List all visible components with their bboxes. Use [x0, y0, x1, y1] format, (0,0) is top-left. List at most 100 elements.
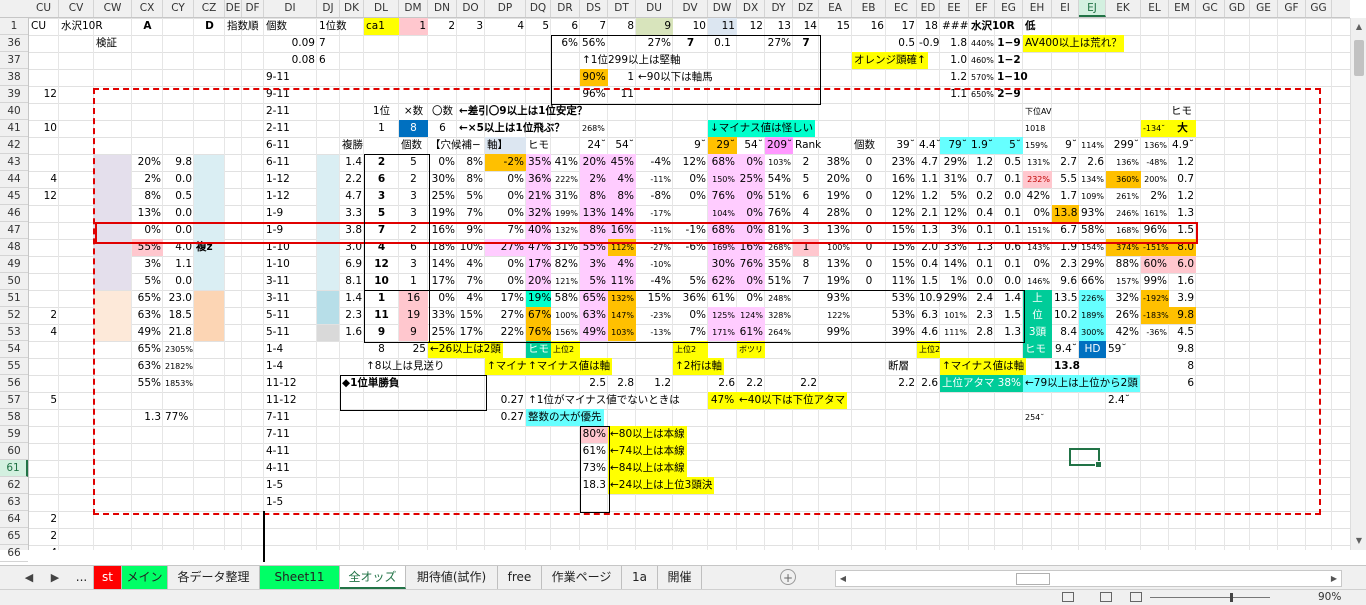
cell-cx-46[interactable]: 13% [132, 205, 163, 222]
cell-ek-49[interactable]: 88% [1106, 256, 1141, 273]
cell-ek-42[interactable]: 299˘ [1106, 137, 1141, 154]
cell-dn-54[interactable]: ←26以上は2頭 [428, 341, 503, 358]
cell-dz-44[interactable]: 5 [793, 171, 819, 188]
cell-cx-47[interactable]: 0% [132, 222, 163, 239]
cell-ee-36[interactable]: 1.8 [940, 35, 969, 52]
column-header-ej[interactable]: EJ [1079, 0, 1106, 17]
cell-dm-42[interactable]: 個数 [399, 137, 428, 154]
cell-eh-44[interactable]: 232% [1023, 171, 1052, 188]
cell-ea-53[interactable]: 99% [819, 324, 852, 341]
cell-dx-42[interactable]: 54˘ [737, 137, 765, 154]
cell-ej-52[interactable]: 189% [1079, 307, 1106, 324]
sheet-tab-4[interactable]: Sheet11 [260, 566, 340, 589]
cell-ee-53[interactable]: 111% [940, 324, 969, 341]
cell-ek-54[interactable]: 59˘ [1106, 341, 1141, 358]
cell-cx-48[interactable]: 55% [132, 239, 163, 256]
cell-cx-50[interactable]: 5% [132, 273, 163, 290]
cell-ei-49[interactable]: 2.3 [1052, 256, 1079, 273]
cell-dz-50[interactable]: 7 [793, 273, 819, 290]
cell-dr-50[interactable]: 121% [551, 273, 580, 290]
cell-eh-53[interactable]: 3頭 [1023, 324, 1052, 341]
cell-du-43[interactable]: -4% [636, 154, 673, 171]
cell-cu-1[interactable]: CU [29, 18, 59, 35]
cell-dr-49[interactable]: 82% [551, 256, 580, 273]
cell-di-48[interactable]: 1-10 [264, 239, 317, 256]
cell-eh-42[interactable]: 159% [1023, 137, 1052, 154]
cell-di-58[interactable]: 7-11 [264, 409, 317, 426]
cell-eh-56[interactable]: ←79以上は上位から2頭 [1023, 375, 1140, 392]
cell-dl-43[interactable]: 2 [364, 154, 399, 171]
cell-ei-53[interactable]: 8.4 [1052, 324, 1079, 341]
cell-dq-53[interactable]: 76% [526, 324, 551, 341]
cell-ds-43[interactable]: 20% [580, 154, 608, 171]
column-header-di[interactable]: DI [264, 0, 317, 17]
cell-ei-55[interactable]: 13.8 [1052, 358, 1080, 375]
cell-dk-44[interactable]: 2.2 [340, 171, 364, 188]
cell-ef-49[interactable]: 0.1 [969, 256, 995, 273]
cell-dw-41[interactable]: ↓マイナス値は怪しい [708, 120, 816, 137]
row-header-39[interactable]: 39 [0, 86, 28, 103]
cell-dy-42[interactable]: 209˘ [765, 137, 793, 154]
cell-eh-58[interactable]: 254˘ [1023, 409, 1052, 426]
cell-ds-60[interactable]: 61% [580, 443, 608, 460]
cell-dy-46[interactable]: 76% [765, 205, 793, 222]
cell-ei-43[interactable]: 2.7 [1052, 154, 1079, 171]
cell-dp-57[interactable]: 0.27 [485, 392, 526, 409]
cell-di-50[interactable]: 3-11 [264, 273, 317, 290]
cell-dk-45[interactable]: 4.7 [340, 188, 364, 205]
cell-ec-46[interactable]: 12% [886, 205, 917, 222]
cell-dq-48[interactable]: 47% [526, 239, 551, 256]
cell-du-46[interactable]: -17% [636, 205, 673, 222]
cell-dx-1[interactable]: 12 [737, 18, 765, 35]
cell-eh-40[interactable]: 下位AV [1023, 103, 1052, 120]
cell-cy-43[interactable]: 9.8 [163, 154, 194, 171]
cell-du-44[interactable]: -11% [636, 171, 673, 188]
column-header-cv[interactable]: CV [59, 0, 94, 17]
cell-cy-54[interactable]: 2305% [163, 341, 194, 358]
cell-em-42[interactable]: 4.9˘ [1169, 137, 1196, 154]
cell-dy-43[interactable]: 103% [765, 154, 793, 171]
row-header-45[interactable]: 45 [0, 188, 28, 205]
cell-dt-1[interactable]: 8 [608, 18, 636, 35]
column-header-gd[interactable]: GD [1225, 0, 1250, 17]
cell-ee-47[interactable]: 3% [940, 222, 969, 239]
cell-dp-53[interactable]: 22% [485, 324, 526, 341]
cell-di-54[interactable]: 1-4 [264, 341, 317, 358]
cell-ee-48[interactable]: 33% [940, 239, 969, 256]
cell-eh-50[interactable]: 146% [1023, 273, 1052, 290]
column-header-dj[interactable]: DJ [317, 0, 340, 17]
cell-ef-39[interactable]: 650% [969, 86, 995, 103]
cell-eb-44[interactable]: 0 [852, 171, 886, 188]
cell-dl-40[interactable]: 1位 [364, 103, 399, 120]
cell-cx-52[interactable]: 63% [132, 307, 163, 324]
cell-ek-43[interactable]: 136% [1106, 154, 1141, 171]
cell-dn-53[interactable]: 25% [428, 324, 457, 341]
cell-dy-51[interactable]: 248% [765, 290, 793, 307]
cell-dy-47[interactable]: 81% [765, 222, 793, 239]
cell-ea-47[interactable]: 13% [819, 222, 852, 239]
cell-ds-59[interactable]: 80% [580, 426, 608, 443]
cell-dm-44[interactable]: 2 [399, 171, 428, 188]
cell-ds-52[interactable]: 63% [580, 307, 608, 324]
cell-dn-50[interactable]: 17% [428, 273, 457, 290]
cell-ej-54[interactable]: HD [1079, 341, 1106, 358]
cell-ee-55[interactable]: ↑マイナス値は軸 [940, 358, 1027, 375]
cell-ee-52[interactable]: 101% [940, 307, 969, 324]
column-header-ds[interactable]: DS [580, 0, 608, 17]
column-header-ge[interactable]: GE [1250, 0, 1278, 17]
cell-ec-51[interactable]: 53% [886, 290, 917, 307]
cell-cu-44[interactable]: 4 [29, 171, 59, 188]
cell-dn-46[interactable]: 19% [428, 205, 457, 222]
cell-dm-47[interactable]: 2 [399, 222, 428, 239]
cell-ei-52[interactable]: 10.2 [1052, 307, 1079, 324]
cell-ej-46[interactable]: 93% [1079, 205, 1106, 222]
column-header-ef[interactable]: EF [969, 0, 995, 17]
cell-dz-36[interactable]: 7 [793, 35, 819, 52]
sheet-tab-8[interactable]: 作業ページ [542, 566, 622, 589]
cell-ds-1[interactable]: 7 [580, 18, 608, 35]
cell-dt-62[interactable]: ←24以上は上位3頭決 [608, 477, 715, 494]
cell-dv-44[interactable]: 0% [673, 171, 708, 188]
cell-ds-44[interactable]: 2% [580, 171, 608, 188]
column-header-ee[interactable]: EE [940, 0, 969, 17]
cell-di-57[interactable]: 11-12 [264, 392, 317, 409]
